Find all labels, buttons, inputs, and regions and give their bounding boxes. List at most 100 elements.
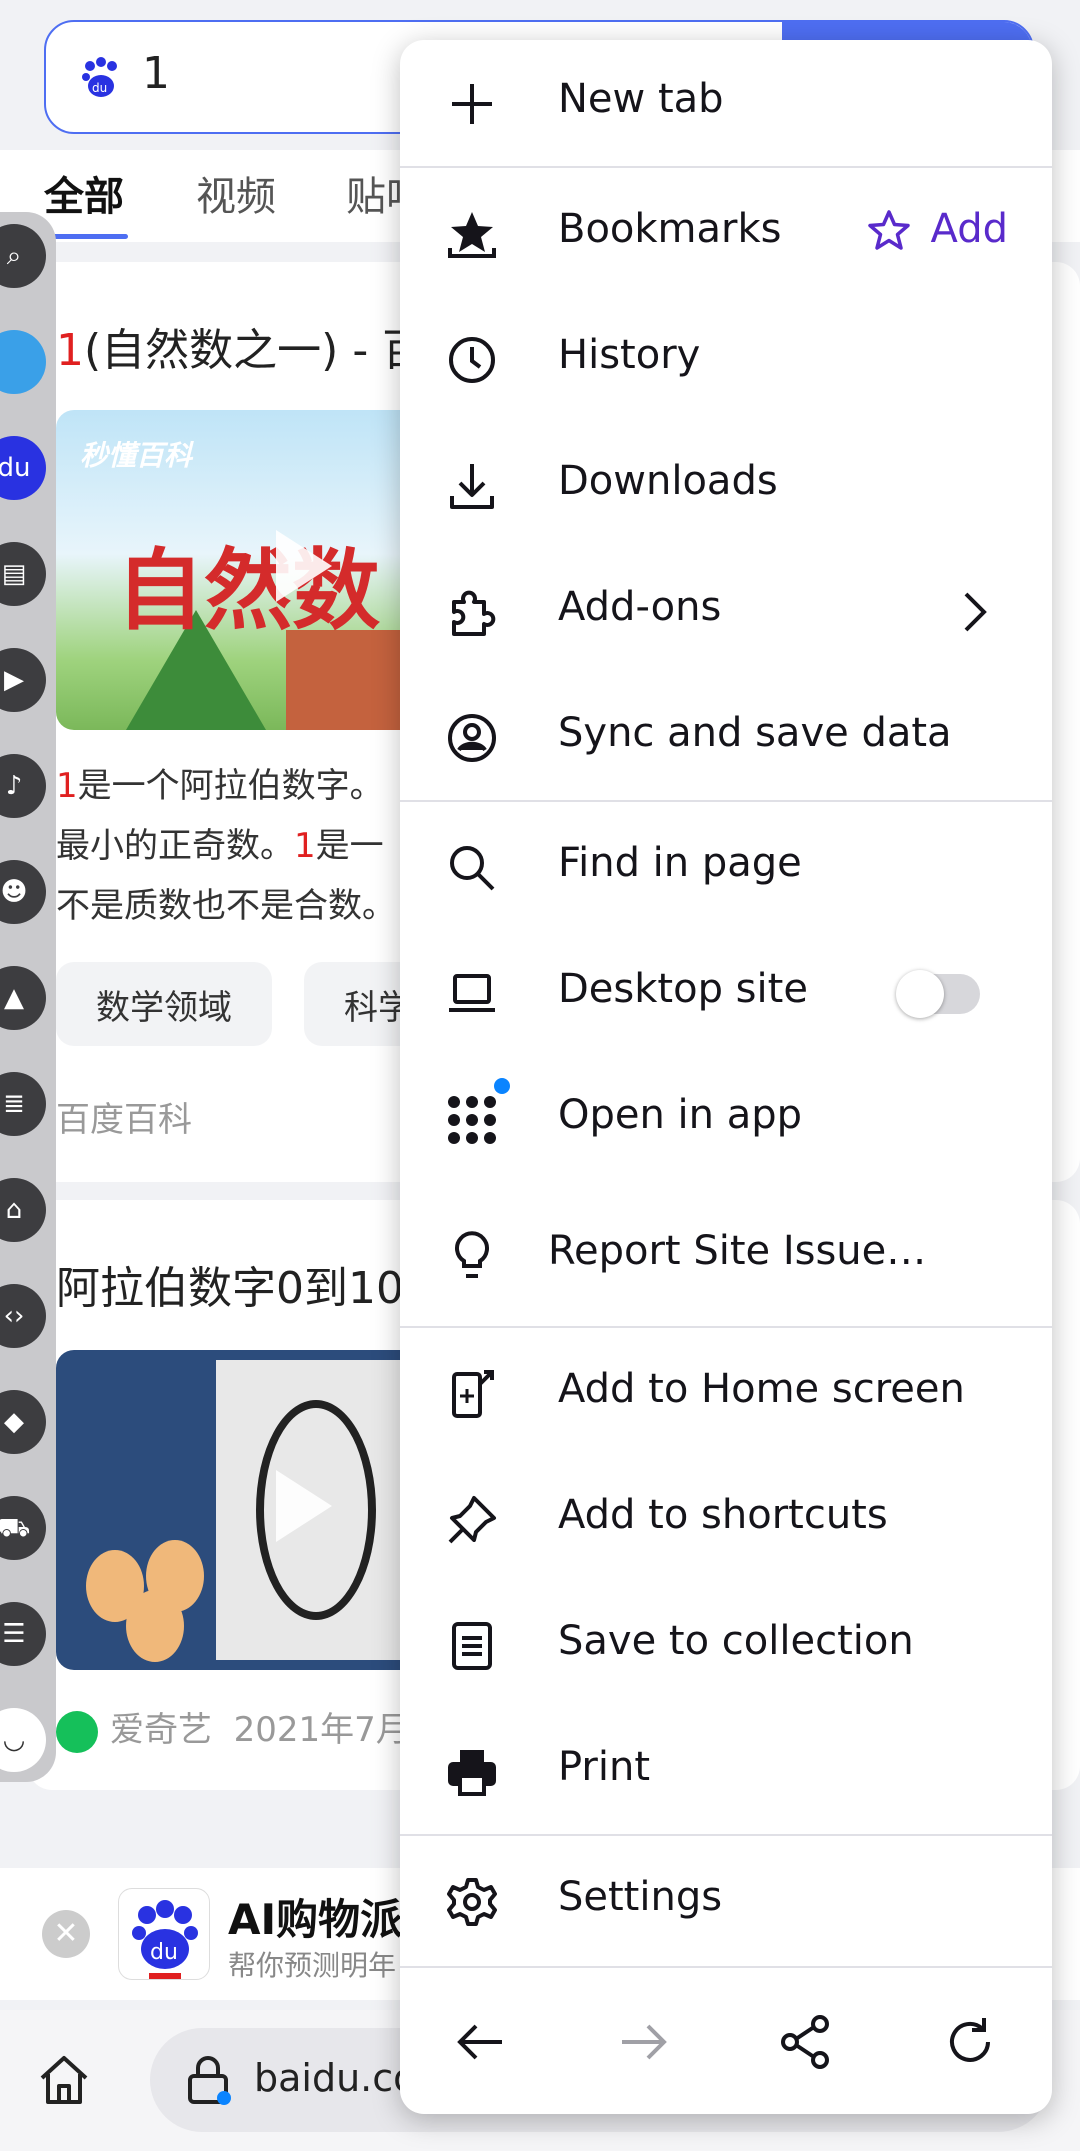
home-icon[interactable] (36, 2052, 92, 2108)
result-source: 百度百科 (56, 1100, 192, 1140)
promo-title: AI购物派 (228, 1895, 403, 1944)
image-icon[interactable]: ▲ (0, 966, 46, 1030)
plus-icon (452, 84, 492, 124)
bookmark-star-icon (448, 212, 496, 258)
menu-label: Print (558, 1744, 651, 1790)
baidu-paw-icon: du (82, 57, 117, 97)
cart-icon[interactable]: ⛟ (0, 1496, 46, 1560)
menu-label: Open in app (558, 1092, 803, 1138)
baidu-logo: du (118, 1888, 210, 1980)
menu-label: Find in page (558, 840, 802, 886)
thumb-brand: 秒懂百科 (80, 439, 193, 472)
menu-label: Bookmarks (558, 206, 782, 252)
back-arrow-icon[interactable] (450, 2012, 510, 2072)
side-toolbar: ⌕ du ▤ ▶ ♪ ☻ ▲ ≣ ⌂ ‹› ◆ ⛟ ☰ ◡ (0, 212, 56, 1782)
share-icon[interactable] (776, 2012, 836, 2072)
menu-item-add-home[interactable]: Add to Home screen (400, 1330, 1052, 1456)
thumb-sign: 自然数 (116, 539, 381, 642)
music-icon[interactable]: ♪ (0, 754, 46, 818)
clock-icon (449, 337, 495, 383)
result-snippet: 不是质数也不是合数。 (56, 886, 396, 926)
menu-item-new-tab[interactable]: New tab (400, 40, 1052, 166)
menu-label: New tab (558, 76, 724, 122)
download-icon (450, 464, 494, 509)
baidu-icon[interactable]: du (0, 436, 46, 500)
tab-video[interactable]: 视频 (196, 164, 276, 222)
code-icon[interactable]: ‹› (0, 1284, 46, 1348)
desktop-site-toggle[interactable] (896, 970, 980, 1018)
search-icon[interactable]: ⌕ (0, 224, 46, 288)
search-query[interactable]: 1 (142, 48, 170, 99)
emoji-icon[interactable]: ◡ (0, 1708, 46, 1772)
video-thumbnail[interactable] (56, 1350, 436, 1670)
baidu-paw-icon: du (132, 1900, 198, 1979)
star-outline-icon[interactable] (866, 208, 912, 254)
menu-item-desktop-site[interactable]: Desktop site (400, 930, 1052, 1056)
overflow-menu: New tab Bookmarks Add History Downloads … (400, 40, 1052, 2114)
puzzle-icon (452, 590, 496, 636)
lock-icon (188, 2056, 231, 2105)
result-title[interactable]: 阿拉伯数字0到10 (56, 1252, 404, 1316)
active-tab-indicator (44, 234, 128, 239)
menu-label: Add-ons (558, 584, 722, 630)
phone-add-icon (452, 1370, 494, 1418)
bing-icon[interactable] (0, 330, 46, 394)
menu-item-bookmarks[interactable]: Bookmarks Add (400, 170, 1052, 296)
play-icon (276, 530, 332, 602)
menu-divider (400, 1326, 1052, 1328)
menu-item-save-collection[interactable]: Save to collection (400, 1582, 1052, 1708)
menu-label: History (558, 332, 701, 378)
result-snippet: 最小的正奇数。1是一 (56, 826, 384, 866)
iqiyi-icon (56, 1710, 98, 1753)
menu-item-sync[interactable]: Sync and save data (400, 674, 1052, 800)
translate-icon[interactable]: ▤ (0, 542, 46, 606)
menu-label: Add to Home screen (558, 1366, 965, 1412)
toggle-knob (896, 970, 944, 1018)
chevron-right-icon (964, 592, 987, 632)
egg-graphic (126, 1590, 184, 1662)
printer-icon (448, 1750, 496, 1796)
menu-item-report-issue[interactable]: Report Site Issue… (400, 1192, 1052, 1318)
add-bookmark-button[interactable]: Add (931, 206, 1008, 252)
menu-item-addons[interactable]: Add-ons (400, 548, 1052, 674)
menu-item-open-in-app[interactable]: Open in app (400, 1056, 1052, 1182)
menu-label: Save to collection (558, 1618, 914, 1664)
reload-icon[interactable] (940, 2012, 1000, 2072)
menu-item-history[interactable]: History (400, 296, 1052, 422)
forward-arrow-icon[interactable] (614, 2012, 674, 2072)
laptop-icon (449, 974, 495, 1012)
menu-item-find-in-page[interactable]: Find in page (400, 804, 1052, 930)
menu-label: Add to shortcuts (558, 1492, 888, 1538)
gear-icon (447, 1878, 497, 1926)
menu-label: Downloads (558, 458, 778, 504)
menu-item-print[interactable]: Print (400, 1708, 1052, 1834)
menu-item-settings[interactable]: Settings (400, 1838, 1052, 1964)
notes-icon[interactable]: ☰ (0, 1602, 46, 1666)
topic-chip[interactable]: 数学领域 (56, 962, 272, 1046)
result-source: 爱奇艺 2021年7月 (56, 1702, 410, 1753)
people-icon[interactable]: ☻ (0, 860, 46, 924)
game-icon[interactable]: ◆ (0, 1390, 46, 1454)
account-icon (448, 714, 496, 762)
svg-text:du: du (92, 81, 107, 95)
result-snippet: 1是一个阿拉伯数字。 (56, 766, 384, 806)
close-icon[interactable]: ✕ (42, 1910, 90, 1958)
search-icon (450, 846, 495, 891)
video-thumbnail[interactable]: 秒懂百科 自然数 (56, 410, 436, 730)
menu-divider (400, 1834, 1052, 1836)
education-icon[interactable]: ⌂ (0, 1178, 46, 1242)
menu-nav-row (400, 1970, 1052, 2114)
menu-item-add-shortcuts[interactable]: Add to shortcuts (400, 1456, 1052, 1582)
news-icon[interactable]: ≣ (0, 1072, 46, 1136)
collection-icon (452, 1622, 492, 1670)
menu-divider (400, 800, 1052, 802)
menu-item-downloads[interactable]: Downloads (400, 422, 1052, 548)
video-icon[interactable]: ▶ (0, 648, 46, 712)
tab-all[interactable]: 全部 (44, 164, 124, 222)
pin-icon (448, 1496, 496, 1544)
notification-dot (494, 1078, 510, 1094)
svg-text:du: du (150, 1940, 178, 1965)
menu-divider (400, 1966, 1052, 1968)
menu-label: Sync and save data (558, 710, 952, 756)
menu-divider (400, 166, 1052, 168)
